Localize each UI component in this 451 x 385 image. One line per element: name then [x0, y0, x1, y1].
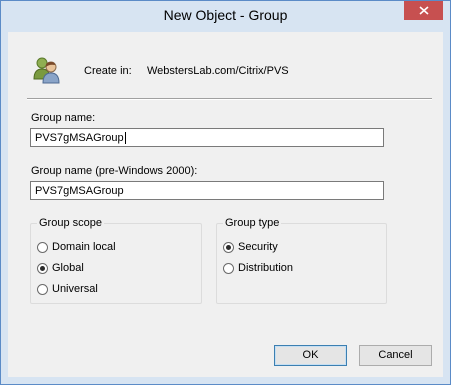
radio-button-unchecked[interactable]	[223, 262, 234, 274]
close-button[interactable]	[404, 1, 443, 20]
text-caret	[124, 132, 126, 145]
create-in-path: WebstersLab.com/Citrix/PVS	[147, 65, 289, 77]
scope-domain-local-radio[interactable]: Domain local	[37, 241, 116, 253]
window-title: New Object - Group	[163, 7, 288, 23]
type-distribution-radio[interactable]: Distribution	[223, 262, 293, 274]
type-security-radio[interactable]: Security	[223, 241, 278, 253]
radio-button-checked[interactable]	[223, 241, 234, 253]
pre2000-name-label: Group name (pre-Windows 2000):	[31, 165, 198, 177]
dialog-window: New Object - Group Create in: WebstersLa…	[0, 0, 451, 385]
radio-button-checked[interactable]	[37, 262, 48, 274]
cancel-button[interactable]: Cancel	[359, 345, 432, 366]
ok-button[interactable]: OK	[274, 345, 347, 366]
group-scope-box: Group scope Domain local Global Universa…	[30, 217, 202, 304]
group-name-input[interactable]: PVS7gMSAGroup	[30, 128, 384, 147]
radio-button-unchecked[interactable]	[37, 283, 48, 295]
create-in-label: Create in:	[84, 65, 132, 77]
dialog-body: Create in: WebstersLab.com/Citrix/PVS Gr…	[8, 32, 443, 377]
radio-button-unchecked[interactable]	[37, 241, 48, 253]
group-type-title: Group type	[223, 217, 282, 229]
group-users-icon	[33, 57, 60, 84]
group-name-label: Group name:	[31, 112, 96, 124]
pre2000-name-input[interactable]: PVS7gMSAGroup	[30, 181, 384, 200]
close-icon	[418, 6, 429, 15]
title-bar[interactable]: New Object - Group	[1, 1, 450, 31]
scope-global-radio[interactable]: Global	[37, 262, 84, 274]
scope-universal-radio[interactable]: Universal	[37, 283, 98, 295]
group-type-box: Group type Security Distribution	[216, 217, 387, 304]
separator	[27, 98, 432, 100]
group-scope-title: Group scope	[37, 217, 104, 229]
